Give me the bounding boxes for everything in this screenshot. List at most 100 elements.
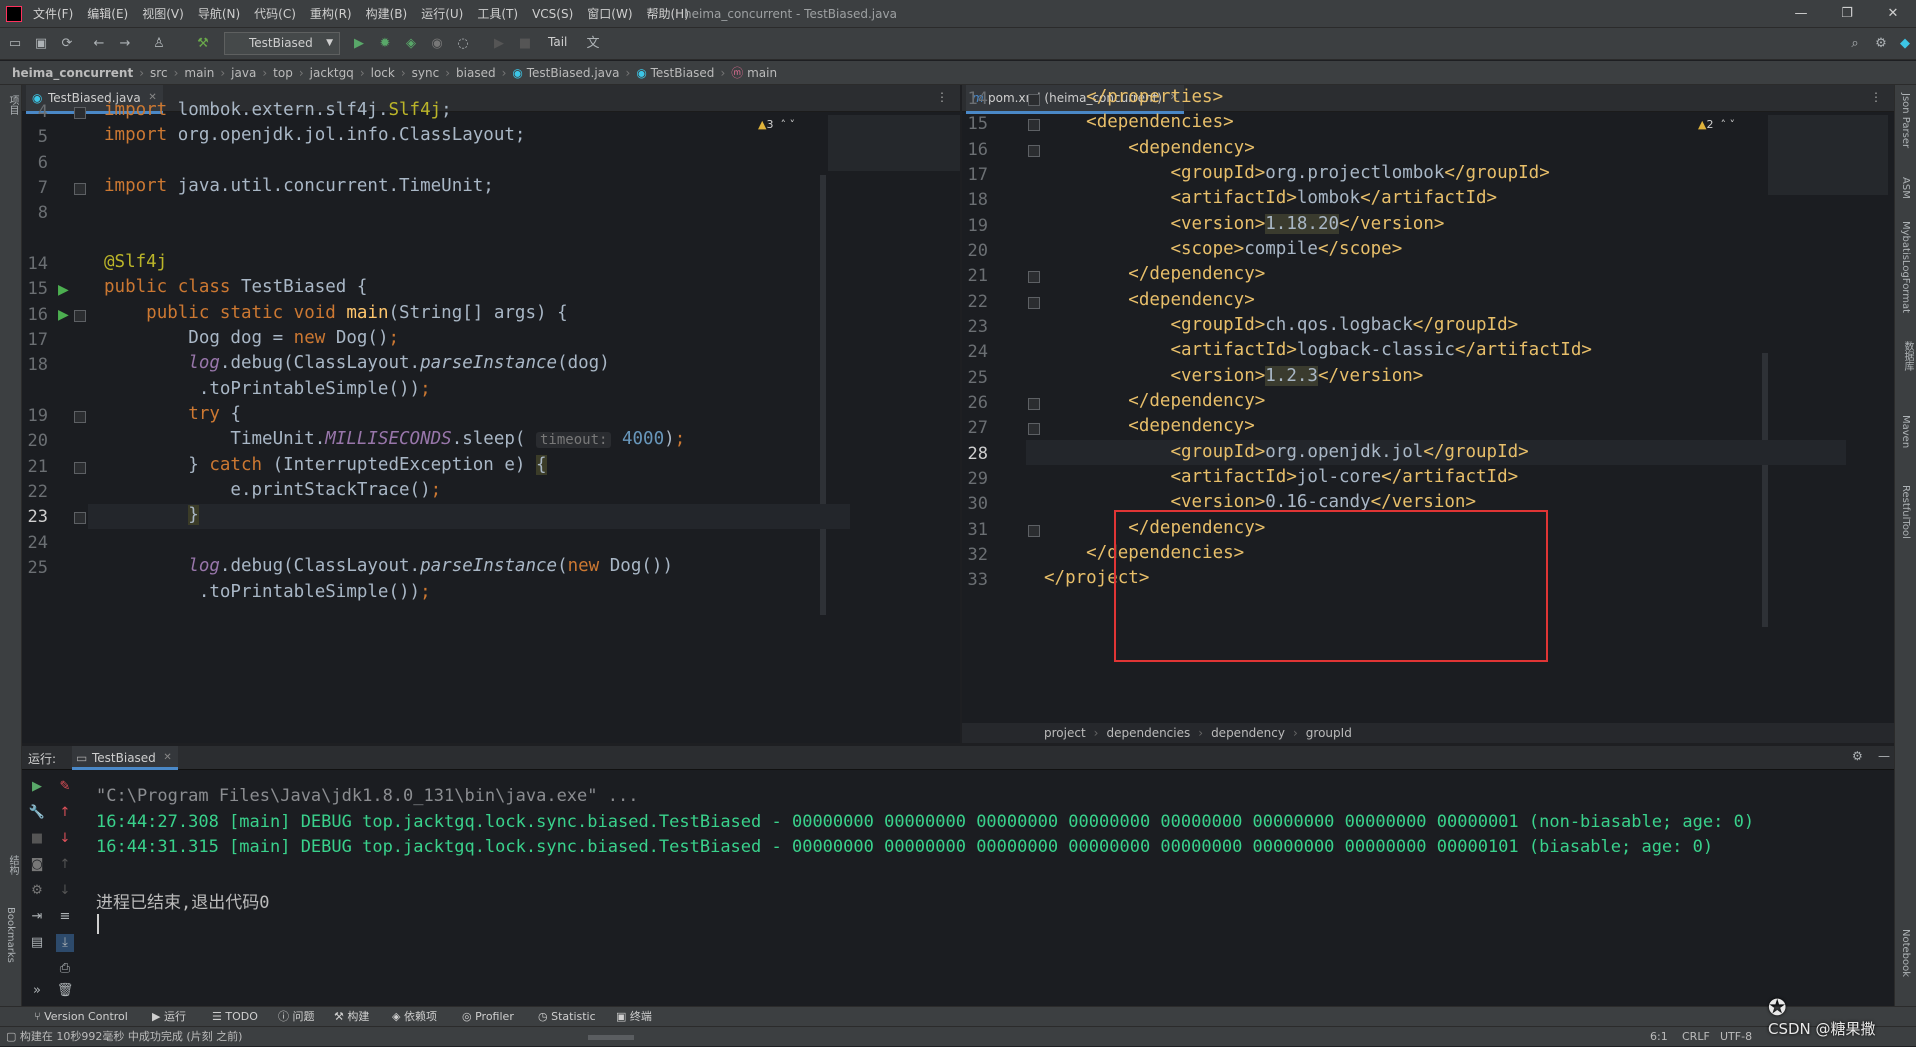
- fold-marker-icon[interactable]: [74, 512, 86, 524]
- breadcrumb-top[interactable]: top: [273, 66, 293, 80]
- xml-line-20[interactable]: <scope>compile</scope>: [1044, 239, 1402, 259]
- fold-marker-icon[interactable]: [1028, 94, 1040, 106]
- up-arrow-icon[interactable]: ↑: [56, 804, 74, 822]
- xml-line-14[interactable]: </properties>: [1044, 87, 1223, 107]
- gear-small-icon[interactable]: ⚙: [28, 882, 46, 900]
- code-line-19[interactable]: try {: [104, 404, 241, 424]
- layout-icon[interactable]: ▤: [28, 934, 46, 952]
- xml-line-16[interactable]: <dependency>: [1044, 138, 1254, 158]
- down-small-icon[interactable]: ↓: [56, 882, 74, 900]
- breadcrumb-main[interactable]: main: [184, 66, 214, 80]
- code-line-14[interactable]: @Slf4j: [104, 252, 167, 272]
- menu-navigate[interactable]: 导航(N): [191, 0, 247, 28]
- rerun-icon[interactable]: ▶: [28, 778, 46, 796]
- open-folder-icon[interactable]: ▭: [6, 35, 24, 53]
- sync-icon[interactable]: ⟳: [58, 35, 76, 53]
- chevron-down-icon[interactable]: ˅: [1729, 118, 1735, 131]
- xml-line-26[interactable]: </dependency>: [1044, 391, 1265, 411]
- code-line-18-cont[interactable]: .toPrintableSimple());: [104, 379, 431, 399]
- breadcrumb-file[interactable]: TestBiased.java: [527, 66, 620, 80]
- fold-marker-icon[interactable]: [1028, 423, 1040, 435]
- tool-build[interactable]: ⚒ 构建: [334, 1007, 369, 1027]
- breadcrumb-biased[interactable]: biased: [456, 66, 496, 80]
- menu-window[interactable]: 窗口(W): [580, 0, 639, 28]
- restore-button[interactable]: ❐: [1824, 0, 1870, 28]
- menu-build[interactable]: 构建(B): [359, 0, 415, 28]
- breadcrumb-jacktgq[interactable]: jacktgq: [310, 66, 354, 80]
- xml-line-23[interactable]: <groupId>ch.qos.logback</groupId>: [1044, 315, 1518, 335]
- breadcrumb-method[interactable]: main: [747, 66, 777, 80]
- tool-statistic[interactable]: ◷ Statistic: [538, 1007, 596, 1027]
- back-arrow-icon[interactable]: ←: [90, 35, 108, 53]
- bookmarks-tool-tab[interactable]: Bookmarks: [5, 907, 16, 963]
- code-line-16[interactable]: public static void main(String[] args) {: [104, 303, 567, 323]
- run-icon[interactable]: ▶: [350, 35, 368, 53]
- soft-wrap-icon[interactable]: ≡: [56, 908, 74, 926]
- settings-gear-icon[interactable]: ⚙: [1872, 35, 1890, 53]
- minimap[interactable]: [828, 115, 960, 171]
- restful-tool-tab[interactable]: RestfulTool: [1900, 485, 1911, 539]
- xml-crumb-groupid[interactable]: groupId: [1306, 726, 1352, 740]
- search-icon[interactable]: ⌕: [1846, 35, 1864, 53]
- mybatis-log-tool-tab[interactable]: MybatisLogFormat: [1900, 221, 1911, 313]
- tool-problems[interactable]: ⓘ 问题: [278, 1007, 315, 1027]
- menu-vcs[interactable]: VCS(S): [525, 0, 580, 28]
- fold-marker-icon[interactable]: [1028, 297, 1040, 309]
- tool-dependencies[interactable]: ◈ 依赖项: [392, 1007, 437, 1027]
- user-icon[interactable]: ♙: [150, 35, 168, 53]
- build-hammer-icon[interactable]: ⚒: [194, 35, 212, 53]
- code-line-23[interactable]: }: [104, 505, 199, 525]
- tail-button[interactable]: Tail: [548, 35, 567, 49]
- forward-arrow-icon[interactable]: →: [116, 35, 134, 53]
- wrench-icon[interactable]: 🔧: [28, 804, 46, 822]
- print-icon[interactable]: ⎙: [56, 960, 74, 978]
- chevron-up-icon[interactable]: ˄: [1720, 118, 1726, 131]
- xml-crumb-project[interactable]: project: [1044, 726, 1086, 740]
- more-tabs-icon[interactable]: ⋮: [1870, 90, 1882, 104]
- breadcrumb-src[interactable]: src: [150, 66, 168, 80]
- minimap[interactable]: [1768, 115, 1888, 195]
- code-line-17[interactable]: Dog dog = new Dog();: [104, 328, 399, 348]
- resume-icon[interactable]: ▶: [490, 35, 508, 53]
- menu-run[interactable]: 运行(U): [414, 0, 470, 28]
- fold-marker-icon[interactable]: [1028, 271, 1040, 283]
- fold-marker-icon[interactable]: [1028, 119, 1040, 131]
- json-parser-tool-tab[interactable]: Json Parser: [1900, 93, 1911, 148]
- more-tabs-icon[interactable]: ⋮: [936, 90, 948, 104]
- editor-scrollbar[interactable]: [1762, 353, 1768, 627]
- menu-tools[interactable]: 工具(T): [470, 0, 525, 28]
- caret-position[interactable]: 6:1: [1650, 1027, 1668, 1047]
- tool-version-control[interactable]: ⑂ Version Control: [34, 1007, 128, 1027]
- code-line-18[interactable]: log.debug(ClassLayout.parseInstance(dog): [104, 353, 609, 373]
- fold-marker-icon[interactable]: [74, 183, 86, 195]
- status-message[interactable]: ▢ 构建在 10秒992毫秒 中成功完成 (片刻 之前): [6, 1027, 242, 1047]
- chevron-down-icon[interactable]: ˅: [789, 118, 795, 131]
- delete-icon[interactable]: 🗑: [56, 982, 74, 1000]
- xml-line-22[interactable]: <dependency>: [1044, 290, 1254, 310]
- run-gutter-icon[interactable]: ▶: [58, 307, 69, 323]
- inspection-warnings[interactable]: ▲3 ˄ ˅: [758, 118, 795, 131]
- chevron-up-icon[interactable]: ˄: [780, 118, 786, 131]
- file-encoding[interactable]: UTF-8: [1720, 1027, 1752, 1047]
- fold-marker-icon[interactable]: [1028, 398, 1040, 410]
- code-line-22[interactable]: e.printStackTrace();: [104, 480, 441, 500]
- close-window-button[interactable]: ✕: [1870, 0, 1916, 28]
- inspection-warnings[interactable]: ▲2 ˄ ˅: [1698, 118, 1735, 131]
- xml-line-15[interactable]: <dependencies>: [1044, 112, 1234, 132]
- breadcrumb-project[interactable]: heima_concurrent: [12, 66, 133, 80]
- xml-line-21[interactable]: </dependency>: [1044, 264, 1265, 284]
- fold-marker-icon[interactable]: [74, 462, 86, 474]
- xml-line-17[interactable]: <groupId>org.projectlombok</groupId>: [1044, 163, 1549, 183]
- code-line-15[interactable]: public class TestBiased {: [104, 277, 367, 297]
- up-small-icon[interactable]: ↑: [56, 856, 74, 874]
- tool-terminal[interactable]: ▣ 终端: [616, 1007, 652, 1027]
- java-editor[interactable]: ◉ TestBiased.java ✕ ⋮ ▲3 ˄ ˅ 4 5 6 7 8 1…: [22, 85, 960, 743]
- menu-file[interactable]: 文件(F): [26, 0, 80, 28]
- xml-crumb-dependency[interactable]: dependency: [1211, 726, 1285, 740]
- stop-icon[interactable]: ■: [516, 35, 534, 53]
- console-caret[interactable]: [97, 914, 99, 934]
- notebook-tool-tab[interactable]: Notebook: [1900, 929, 1911, 977]
- line-separator[interactable]: CRLF: [1682, 1027, 1710, 1047]
- xml-line-19[interactable]: <version>1.18.20</version>: [1044, 214, 1444, 234]
- minimize-panel-icon[interactable]: —: [1878, 749, 1890, 763]
